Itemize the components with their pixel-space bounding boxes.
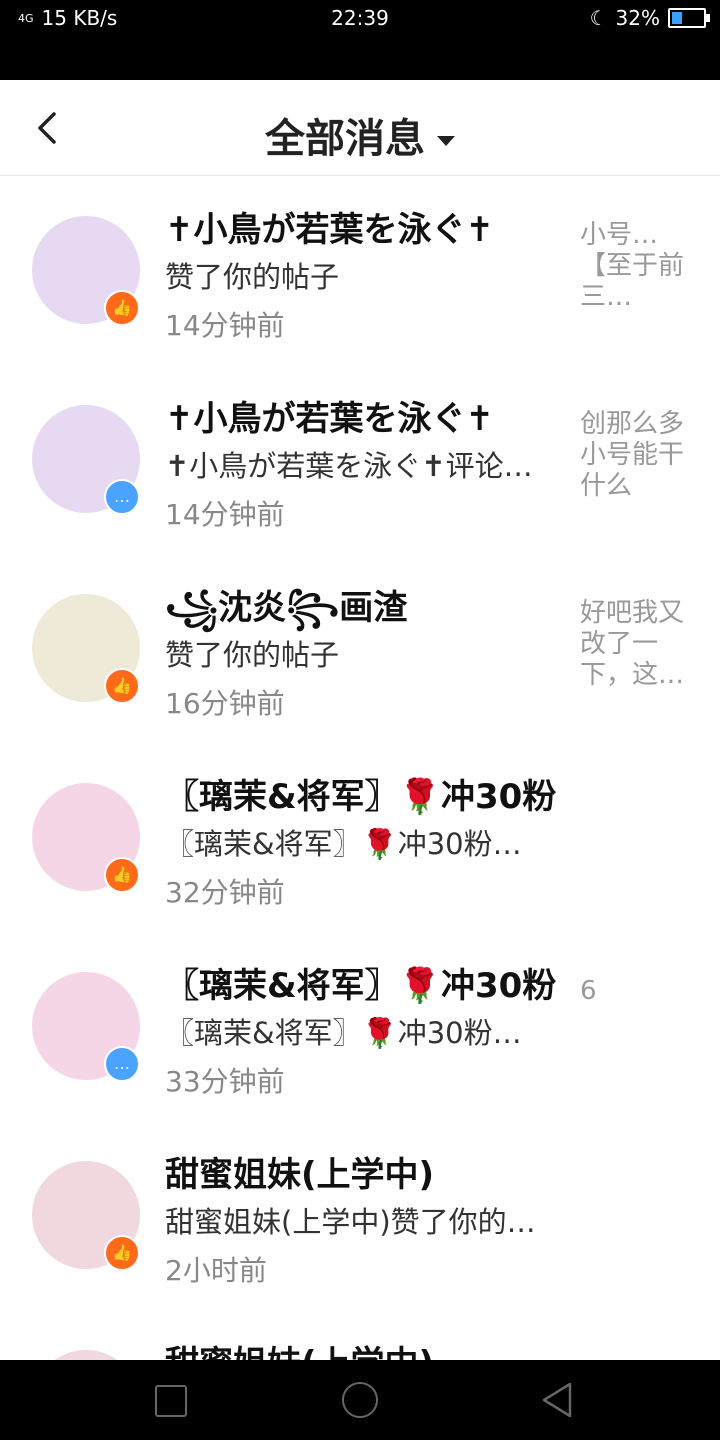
avatar[interactable] xyxy=(32,1350,140,1360)
moon-icon: ☾ xyxy=(589,6,608,30)
battery-percent: 32% xyxy=(615,6,660,30)
message-desc: 甜蜜姐妹(上学中)赞了你的… xyxy=(165,1205,536,1239)
message-item[interactable]: 👍 甜蜜姐妹(上学中) xyxy=(0,1310,720,1360)
thumbs-up-icon: 👍 xyxy=(104,1235,140,1271)
comment-icon: … xyxy=(104,1046,140,1082)
message-item[interactable]: 👍 〖璃茉&将军〗🌹冲30粉 〖璃茉&将军〗🌹冲30粉赞… 32分钟前 xyxy=(0,743,720,932)
message-desc: 〖璃茉&将军〗🌹冲30粉评… xyxy=(165,1016,550,1050)
post-preview: 好吧我又改了一下，这… xyxy=(580,598,685,690)
post-preview: 小号… 【至于前三… xyxy=(580,220,685,312)
page-title-text: 全部消息 xyxy=(265,116,425,162)
thumbs-up-icon: 👍 xyxy=(104,668,140,704)
message-desc: 〖璃茉&将军〗🌹冲30粉赞… xyxy=(165,827,550,861)
thumbs-up-icon: 👍 xyxy=(104,290,140,326)
chevron-down-icon xyxy=(437,136,455,146)
header: 全部消息 xyxy=(0,80,720,176)
message-time: 33分钟前 xyxy=(165,1065,285,1098)
post-preview: 创那么多小号能干什么 xyxy=(580,409,685,501)
battery-icon xyxy=(668,8,710,28)
message-desc: ✝小鳥が若葉を泳ぐ✝评论… xyxy=(165,449,533,483)
page-title[interactable]: 全部消息 xyxy=(0,106,720,164)
message-item[interactable]: 👍 ✝小鳥が若葉を泳ぐ✝ 赞了你的帖子 14分钟前 小号… 【至于前三… xyxy=(0,176,720,365)
comment-icon: … xyxy=(104,479,140,515)
message-time: 14分钟前 xyxy=(165,498,285,531)
message-time: 32分钟前 xyxy=(165,876,285,909)
message-list: 👍 ✝小鳥が若葉を泳ぐ✝ 赞了你的帖子 14分钟前 小号… 【至于前三… … ✝… xyxy=(0,176,720,1360)
message-item[interactable]: 👍 ꧁沈炎꧂画渣 赞了你的帖子 16分钟前 好吧我又改了一下，这… xyxy=(0,554,720,743)
sender-name: 甜蜜姐妹(上学中) xyxy=(165,1336,565,1360)
message-time: 16分钟前 xyxy=(165,687,285,720)
home-icon[interactable] xyxy=(342,1382,378,1418)
message-time: 2小时前 xyxy=(165,1254,267,1287)
status-bar: 4G 15 KB/s 22:39 ☾ 32% xyxy=(0,0,720,80)
message-desc: 赞了你的帖子 xyxy=(165,638,340,672)
recent-apps-icon[interactable] xyxy=(155,1385,187,1417)
post-preview: 6 xyxy=(580,976,597,1006)
sender-name: 〖璃茉&将军〗🌹冲30粉 xyxy=(165,777,557,817)
message-item[interactable]: … ✝小鳥が若葉を泳ぐ✝ ✝小鳥が若葉を泳ぐ✝评论… 14分钟前 创那么多小号能… xyxy=(0,365,720,554)
sender-name: ✝小鳥が若葉を泳ぐ✝ xyxy=(165,399,494,439)
thumbs-up-icon: 👍 xyxy=(104,857,140,893)
sender-name: 甜蜜姐妹(上学中) xyxy=(165,1155,435,1195)
nav-bar xyxy=(0,1360,720,1440)
message-time: 14分钟前 xyxy=(165,309,285,342)
message-item[interactable]: … 〖璃茉&将军〗🌹冲30粉 〖璃茉&将军〗🌹冲30粉评… 33分钟前 6 xyxy=(0,932,720,1121)
message-item[interactable]: 👍 甜蜜姐妹(上学中) 甜蜜姐妹(上学中)赞了你的… 2小时前 xyxy=(0,1121,720,1310)
status-right: ☾ 32% xyxy=(589,6,710,30)
message-desc: 赞了你的帖子 xyxy=(165,260,340,294)
sender-name: 〖璃茉&将军〗🌹冲30粉 xyxy=(165,966,557,1006)
sender-name: ✝小鳥が若葉を泳ぐ✝ xyxy=(165,210,494,250)
nav-back-icon[interactable] xyxy=(540,1382,574,1418)
